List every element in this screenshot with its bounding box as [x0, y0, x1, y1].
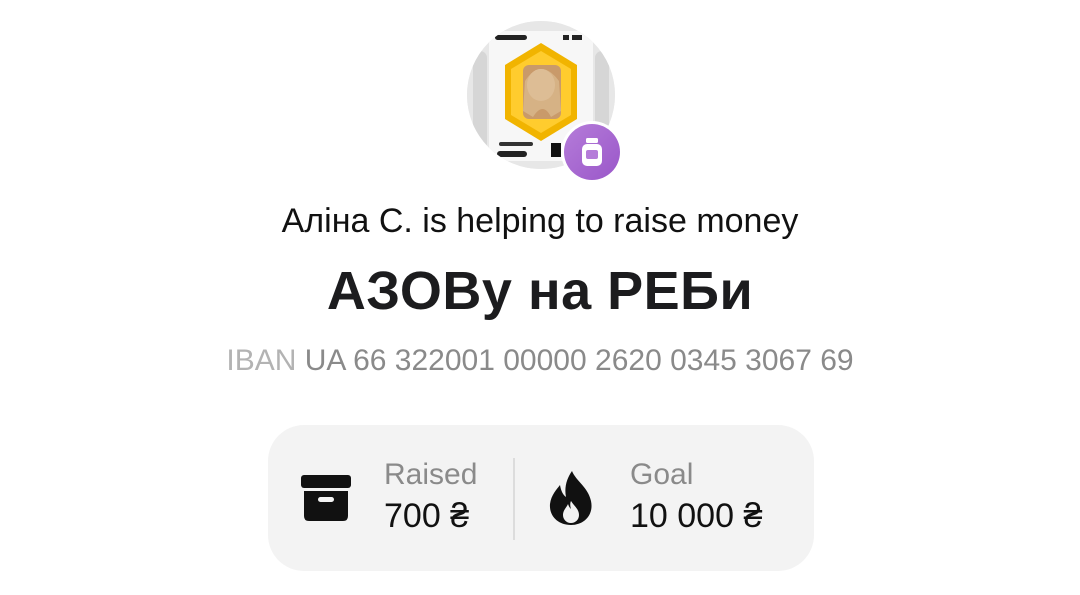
- jar-badge: [561, 121, 623, 183]
- raised-stat: Raised 700 ₴: [268, 425, 513, 571]
- iban-line[interactable]: IBAN UA 66 322001 00000 2620 0345 3067 6…: [0, 344, 1080, 378]
- goal-label: Goal: [630, 458, 694, 491]
- archive-box-icon: [301, 475, 351, 526]
- jar-icon: [582, 138, 602, 166]
- iban-label: IBAN: [226, 344, 297, 377]
- raised-label: Raised: [384, 458, 478, 491]
- jar-title: АЗОВу на РЕБи: [326, 261, 754, 321]
- iban-value[interactable]: UA 66 322001 00000 2620 0345 3067 69: [305, 344, 854, 377]
- jar-avatar: [467, 21, 623, 183]
- goal-stat: Goal 10 000 ₴: [515, 425, 814, 571]
- stats-card: Raised 700 ₴ Goal 10 000 ₴: [268, 425, 814, 571]
- flame-icon: [548, 471, 594, 530]
- jar-owner-line: Аліна С. is helping to raise money: [281, 202, 799, 240]
- raised-value: 700 ₴: [384, 497, 470, 535]
- goal-value: 10 000 ₴: [630, 497, 763, 535]
